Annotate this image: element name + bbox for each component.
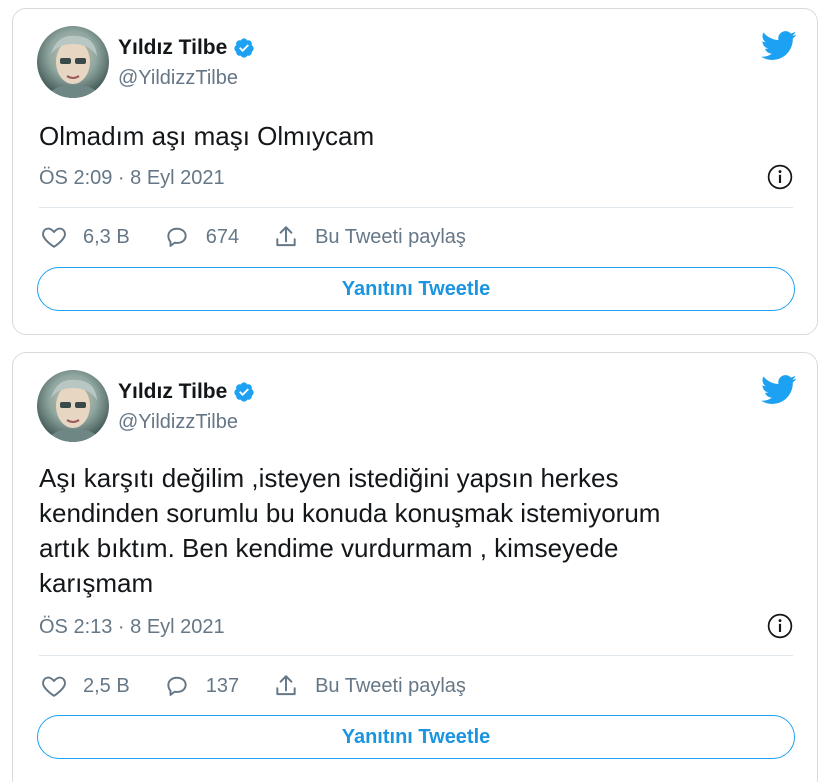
divider: [39, 207, 793, 208]
reply-tweet-button[interactable]: Yanıtını Tweetle: [37, 267, 795, 311]
tweet-actions: 6,3 B 674 Bu Tweeti paylaş: [41, 224, 466, 250]
heart-icon: [42, 676, 66, 697]
like-button[interactable]: 2,5 B: [41, 673, 130, 699]
info-icon[interactable]: [767, 613, 793, 639]
info-icon[interactable]: [767, 164, 793, 190]
share-icon: [276, 226, 296, 247]
reply-count: 674: [205, 225, 240, 248]
like-button[interactable]: 6,3 B: [41, 224, 130, 250]
share-label: Bu Tweeti paylaş: [315, 674, 466, 697]
reply-bubble-icon: [167, 227, 187, 247]
reply-count-button[interactable]: 674: [164, 224, 239, 250]
share-button[interactable]: Bu Tweeti paylaş: [273, 224, 466, 250]
verified-badge-icon: [234, 38, 254, 58]
author-name[interactable]: Yıldız Tilbe: [118, 380, 227, 404]
author-handle[interactable]: @YildizzTilbe: [118, 411, 238, 434]
twitter-bird-icon[interactable]: [761, 375, 797, 405]
avatar[interactable]: [37, 26, 109, 98]
tweet-card-2[interactable]: Yıldız Tilbe @YildizzTilbe Aşı karşıtı d…: [12, 352, 818, 782]
divider: [39, 655, 793, 656]
reply-tweet-button[interactable]: Yanıtını Tweetle: [37, 715, 795, 759]
like-count: 2,5 B: [83, 674, 130, 697]
tweet-actions: 2,5 B 137 Bu Tweeti paylaş: [41, 673, 466, 699]
tweet-timestamp[interactable]: ÖS 2:13 · 8 Eyl 2021: [39, 616, 225, 639]
reply-count: 137: [205, 674, 240, 697]
share-button[interactable]: Bu Tweeti paylaş: [273, 673, 466, 699]
reply-bubble-icon: [167, 676, 187, 696]
tweet-text: Olmadım aşı maşı Olmıycam: [39, 121, 375, 151]
tweet-timestamp[interactable]: ÖS 2:09 · 8 Eyl 2021: [39, 167, 225, 190]
author-name[interactable]: Yıldız Tilbe: [118, 36, 227, 60]
tweet-text: Aşı karşıtı değilim ,isteyen istediğini …: [39, 463, 661, 598]
tweet-card-1[interactable]: Yıldız Tilbe @YildizzTilbe Olmadım aşı m…: [12, 8, 818, 335]
like-count: 6,3 B: [83, 225, 130, 248]
reply-count-button[interactable]: 137: [164, 673, 239, 699]
avatar[interactable]: [37, 370, 109, 442]
share-label: Bu Tweeti paylaş: [315, 225, 466, 248]
heart-icon: [42, 227, 66, 248]
author-handle[interactable]: @YildizzTilbe: [118, 67, 238, 90]
verified-badge-icon: [234, 382, 254, 402]
share-icon: [276, 675, 296, 696]
twitter-bird-icon[interactable]: [761, 31, 797, 61]
